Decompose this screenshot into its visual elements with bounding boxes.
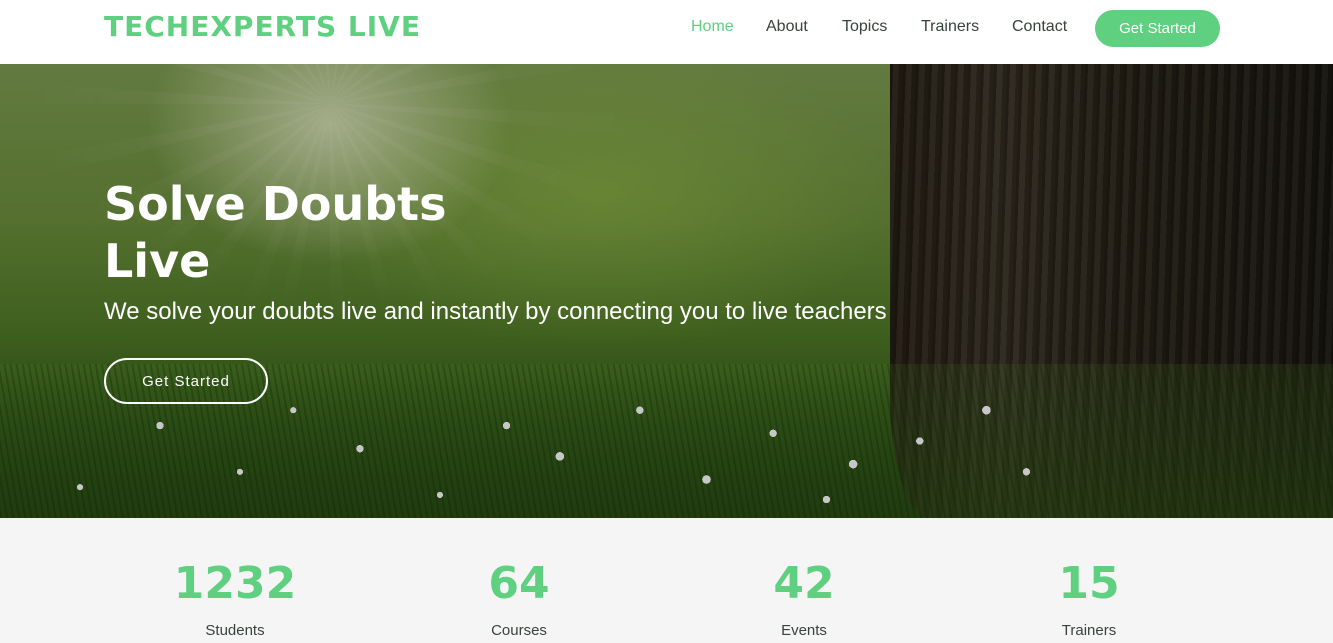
count-courses: 64 Courses — [419, 558, 619, 639]
count-label: Trainers — [1061, 622, 1117, 639]
header-get-started-button[interactable]: Get Started — [1095, 10, 1220, 47]
nav-contact-link[interactable]: Contact — [1012, 18, 1067, 36]
site-header: TECHEXPERTS LIVE Home About Topics Train… — [0, 0, 1333, 64]
count-label: Students — [205, 622, 265, 639]
hero-overlay — [0, 64, 1333, 518]
nav-about-link[interactable]: About — [766, 18, 808, 36]
hero-section: Solve Doubts Live We solve your doubts l… — [0, 64, 1333, 518]
count-events: 42 Events — [704, 558, 904, 639]
count-students: 1232 Students — [135, 558, 335, 639]
nav-trainers-link[interactable]: Trainers — [921, 18, 979, 36]
hero-title-line2: Live — [104, 234, 211, 288]
hero-title: Solve Doubts Live — [104, 176, 524, 290]
count-number: 64 — [488, 558, 550, 609]
counts-section: 1232 Students 64 Courses 42 Events 15 Tr… — [0, 518, 1333, 643]
nav-topics-link[interactable]: Topics — [842, 18, 887, 36]
hero-title-line1: Solve Doubts — [104, 177, 447, 231]
count-number: 15 — [1058, 558, 1120, 609]
hero-get-started-button[interactable]: Get Started — [104, 358, 268, 404]
count-trainers: 15 Trainers — [989, 558, 1189, 639]
count-number: 42 — [773, 558, 835, 609]
count-label: Events — [781, 622, 827, 639]
nav-home-link[interactable]: Home — [691, 18, 734, 36]
count-label: Courses — [491, 622, 547, 639]
count-number: 1232 — [173, 558, 297, 609]
hero-subtitle: We solve your doubts live and instantly … — [104, 298, 887, 325]
